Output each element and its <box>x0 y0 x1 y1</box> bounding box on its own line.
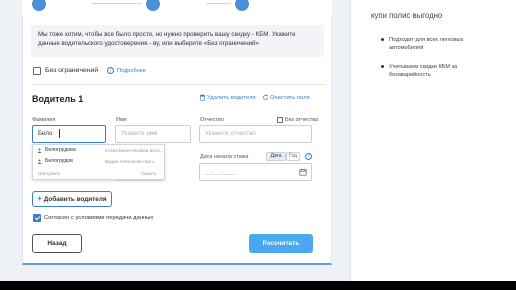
surname-autocomplete: Белогрудова Елена Валентиновна Бело... Б… <box>32 144 165 180</box>
app-screen: Мы тоже хотим, чтобы все было просто, но… <box>0 0 516 281</box>
experience-label: Дата начала стажа <box>200 154 249 160</box>
name-placeholder: Укажите имя <box>121 130 158 137</box>
benefits-title: купи полис выгодно <box>371 11 443 20</box>
surname-label: Фамилия <box>32 117 56 123</box>
surname-value: Бело <box>38 130 53 137</box>
option-hint: Елена Валентиновна Бело... <box>105 148 164 153</box>
autocomplete-option[interactable]: Белогрудов Вадим Алексеевич Бел... <box>33 156 164 167</box>
no-patronymic-label: Без отчества <box>285 117 319 123</box>
autocomplete-option[interactable]: Белогрудова Елена Валентиновна Бело... <box>33 145 164 156</box>
name-input[interactable]: Укажите имя <box>115 125 191 143</box>
patronymic-label: Отчество <box>200 117 224 123</box>
consent-checkbox[interactable] <box>33 214 41 222</box>
toggle-date[interactable]: Дата <box>266 152 286 161</box>
unlimited-label: Без ограничений <box>45 67 99 74</box>
section-divider <box>31 84 324 85</box>
surname-input[interactable]: Бело <box>32 125 106 143</box>
bullet-dot <box>381 38 384 41</box>
step-connector <box>206 3 231 4</box>
delete-driver-button[interactable]: Удалить водителя <box>207 95 256 101</box>
kbm-info-text: Мы тоже хотим, чтобы все было просто, но… <box>38 31 296 47</box>
bullet-dot <box>381 65 384 68</box>
patronymic-placeholder: Укажите отчество <box>205 130 256 137</box>
refresh-icon <box>263 94 268 100</box>
kbm-info-box: Мы тоже хотим, чтобы все было просто, но… <box>31 25 324 57</box>
person-icon <box>37 159 42 164</box>
calendar-icon[interactable] <box>299 168 307 176</box>
add-driver-button[interactable]: + Добавить водителя <box>32 191 112 207</box>
date-placeholder: __.__.____ <box>205 168 236 175</box>
add-driver-label: Добавить водителя <box>43 196 107 203</box>
toggle-year[interactable]: Год <box>286 152 300 161</box>
step-connector <box>92 3 142 4</box>
info-icon[interactable]: ? <box>305 153 312 160</box>
clear-fields-button[interactable]: Очистить поля <box>270 95 310 101</box>
unlimited-checkbox[interactable] <box>33 67 41 75</box>
step-2-dot <box>146 0 160 11</box>
step-3-dot <box>235 0 249 11</box>
option-name: Белогрудова <box>45 147 76 153</box>
experience-date-input[interactable]: __.__.____ <box>199 163 312 181</box>
benefits-panel: купи полис выгодно Подходит для всех лег… <box>350 0 516 281</box>
no-patronymic-checkbox[interactable] <box>277 117 283 123</box>
option-hint: Вадим Алексеевич Бел... <box>105 159 157 164</box>
option-name: Белогрудов <box>45 158 73 164</box>
driver-title: Водитель 1 <box>32 94 84 104</box>
hide-link[interactable]: Скрыть <box>141 168 157 179</box>
patronymic-input[interactable]: Укажите отчество <box>199 125 312 143</box>
benefit-item: Подходит для всех легковых автомобилей <box>389 37 464 51</box>
progress-steps <box>22 0 332 16</box>
step-1-dot <box>32 0 46 11</box>
text-cursor <box>59 129 60 138</box>
autocomplete-footer: Настроить Скрыть <box>33 168 164 179</box>
configure-link[interactable]: Настроить <box>38 168 60 179</box>
benefit-item: Учитываем скидки КБМ за безаварийность <box>389 64 458 78</box>
calculate-button[interactable]: Рассчитать <box>249 234 313 253</box>
plus-icon: + <box>37 194 43 203</box>
more-info-link[interactable]: Подробнее <box>117 68 146 74</box>
name-label: Имя <box>116 117 127 123</box>
back-button[interactable]: Назад <box>32 234 82 253</box>
driver-form-card: Мы тоже хотим, чтобы все было просто, но… <box>22 16 332 265</box>
consent-label: Согласен с условиями передачи данных <box>44 215 154 221</box>
trash-icon <box>200 94 205 101</box>
help-icon[interactable]: ? <box>107 67 114 74</box>
person-icon <box>37 148 42 153</box>
